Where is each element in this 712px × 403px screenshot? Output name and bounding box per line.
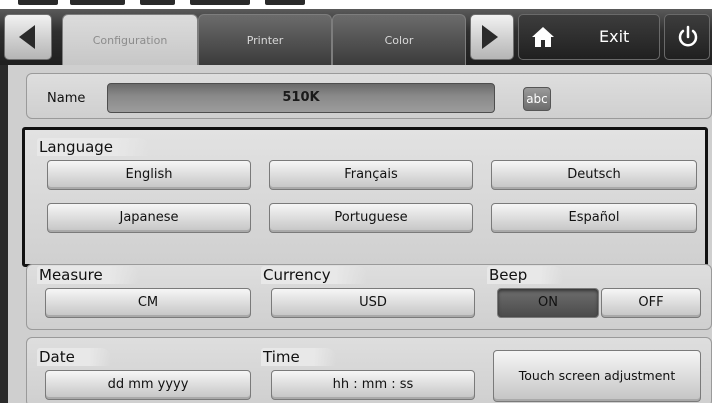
- next-button[interactable]: [470, 14, 514, 60]
- measure-label: Measure: [37, 266, 139, 284]
- tab-color[interactable]: Color: [332, 14, 466, 65]
- beep-on-button[interactable]: ON: [497, 288, 599, 318]
- measure-currency-beep-row: Measure CM Currency USD Beep ON OFF: [26, 264, 712, 330]
- home-icon: [532, 27, 554, 47]
- name-row: Name 510K abc: [26, 73, 712, 119]
- measure-button[interactable]: CM: [45, 288, 251, 318]
- previous-button[interactable]: [4, 14, 52, 60]
- exit-button[interactable]: Exit: [518, 14, 660, 60]
- touch-screen-adjustment-button[interactable]: Touch screen adjustment: [493, 350, 701, 402]
- power-button[interactable]: [664, 14, 710, 60]
- date-format-button[interactable]: dd mm yyyy: [45, 370, 251, 400]
- top-toolbar: Configuration Printer Color Exit: [0, 9, 712, 67]
- top-cropped-strip: [0, 0, 712, 9]
- time-format-button[interactable]: hh : mm : ss: [271, 370, 475, 400]
- name-field[interactable]: 510K: [107, 83, 495, 113]
- language-portuguese-button[interactable]: Portuguese: [269, 203, 473, 233]
- language-label: Language: [37, 138, 150, 156]
- language-japanese-button[interactable]: Japanese: [47, 203, 251, 233]
- date-label: Date: [37, 348, 111, 366]
- language-section: Language English Français Deutsch Japane…: [22, 127, 708, 267]
- arrow-left-icon: [19, 25, 35, 49]
- power-icon: [678, 25, 698, 47]
- beep-off-button[interactable]: OFF: [601, 288, 701, 318]
- exit-label: Exit: [599, 27, 630, 46]
- currency-button[interactable]: USD: [271, 288, 475, 318]
- configuration-panel: Name 510K abc Language English Français …: [0, 65, 712, 403]
- tab-configuration[interactable]: Configuration: [62, 14, 198, 67]
- tab-printer[interactable]: Printer: [198, 14, 332, 65]
- date-time-row: Date dd mm yyyy Time hh : mm : ss Touch …: [26, 337, 712, 403]
- keyboard-button[interactable]: abc: [523, 87, 551, 111]
- language-francais-button[interactable]: Français: [269, 160, 473, 190]
- language-english-button[interactable]: English: [47, 160, 251, 190]
- time-label: Time: [261, 348, 336, 366]
- language-deutsch-button[interactable]: Deutsch: [491, 160, 697, 190]
- language-espanol-button[interactable]: Español: [491, 203, 697, 233]
- name-label: Name: [47, 91, 86, 106]
- beep-label: Beep: [487, 266, 564, 284]
- arrow-right-icon: [482, 25, 498, 49]
- currency-label: Currency: [261, 266, 367, 284]
